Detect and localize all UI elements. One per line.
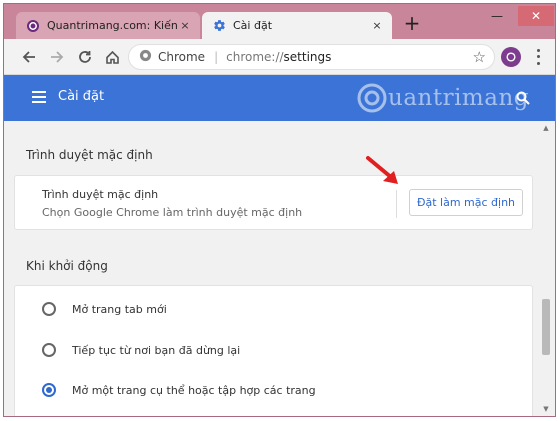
option-label: Mở một trang cụ thể hoặc tập hợp các tra… [72, 383, 316, 397]
tab-quantrimang[interactable]: Quantrimang.com: Kiến Thức Công Nghệ × [16, 12, 200, 39]
card-divider [396, 190, 397, 218]
radio-button[interactable] [42, 343, 56, 357]
gear-icon [212, 19, 226, 33]
profile-icon[interactable] [501, 47, 521, 67]
quantrimang-icon [26, 19, 40, 33]
page-title: Cài đặt [58, 89, 105, 104]
star-icon[interactable]: ☆ [473, 48, 486, 66]
tab-title: Quantrimang.com: Kiến Thức Công Nghệ [47, 19, 178, 32]
more-vert-icon[interactable] [531, 47, 545, 67]
tab-strip: Quantrimang.com: Kiến Thức Công Nghệ × C… [4, 4, 555, 39]
default-browser-card: Trình duyệt mặc định Chọn Google Chrome … [14, 175, 533, 230]
scroll-up-icon[interactable]: ▲ [542, 124, 550, 132]
radio-button[interactable] [42, 302, 56, 316]
chrome-site-icon[interactable] [139, 49, 152, 65]
tab-title: Cài đặt [233, 19, 273, 32]
watermark-logo: uantrimang [356, 82, 529, 114]
back-arrow-icon[interactable] [18, 46, 40, 68]
scrollbar[interactable]: ▲ ▼ [539, 121, 553, 416]
reload-icon[interactable] [74, 46, 96, 68]
section-heading-default-browser: Trình duyệt mặc định [26, 148, 153, 162]
site-name: Chrome [158, 50, 206, 64]
startup-option-new-tab[interactable]: Mở trang tab mới [42, 299, 167, 319]
browser-window: Quantrimang.com: Kiến Thức Công Nghệ × C… [3, 3, 556, 417]
option-label: Mở trang tab mới [72, 302, 167, 316]
startup-card: Mở trang tab mới Tiếp tục từ nơi bạn đã … [14, 285, 533, 416]
quantrimang-logo-icon [357, 83, 387, 113]
option-label: Tiếp tục từ nơi bạn đã dừng lại [72, 343, 241, 357]
tab-settings[interactable]: Cài đặt × [202, 12, 392, 39]
forward-arrow-icon[interactable] [46, 46, 68, 68]
tab-close-icon[interactable]: × [178, 19, 192, 32]
startup-option-specific-pages[interactable]: Mở một trang cụ thể hoặc tập hợp các tra… [42, 380, 316, 400]
scrollbar-thumb[interactable] [542, 299, 550, 355]
default-browser-subtitle: Chọn Google Chrome làm trình duyệt mặc đ… [42, 206, 303, 219]
url-text: chrome://settings [226, 50, 332, 64]
browser-toolbar: Chrome | chrome://settings ☆ [4, 39, 555, 75]
annotation-arrow-icon [366, 156, 398, 184]
scroll-down-icon[interactable]: ▼ [542, 405, 550, 413]
home-icon[interactable] [101, 46, 123, 68]
window-close-button[interactable]: ✕ [518, 6, 554, 26]
make-default-button[interactable]: Đặt làm mặc định [409, 189, 523, 216]
settings-content: Trình duyệt mặc định Trình duyệt mặc địn… [4, 121, 555, 416]
section-heading-startup: Khi khởi động [26, 259, 108, 273]
omnibox-divider: | [214, 50, 219, 64]
new-tab-button[interactable]: + [401, 13, 423, 35]
address-bar[interactable]: Chrome | chrome://settings ☆ [128, 44, 495, 70]
settings-header: Cài đặt uantrimang [4, 75, 555, 121]
radio-button-selected[interactable] [42, 383, 56, 397]
startup-option-continue[interactable]: Tiếp tục từ nơi bạn đã dừng lại [42, 340, 240, 360]
hamburger-menu-icon[interactable] [32, 91, 46, 103]
tab-close-icon[interactable]: × [370, 19, 384, 32]
minimize-button[interactable]: — [484, 6, 510, 26]
search-icon[interactable] [516, 90, 530, 109]
default-browser-title: Trình duyệt mặc định [42, 188, 159, 201]
